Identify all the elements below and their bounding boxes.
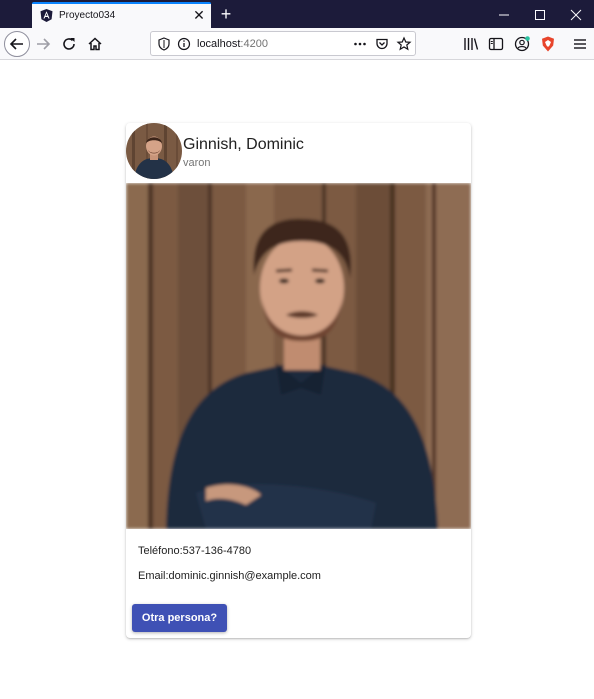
- brave-icon[interactable]: [539, 35, 557, 53]
- info-icon[interactable]: [176, 36, 192, 52]
- more-icon[interactable]: [352, 36, 368, 52]
- star-icon[interactable]: [396, 36, 412, 52]
- reload-icon[interactable]: [57, 32, 81, 56]
- phone-text: Teléfono:537-136-4780: [138, 545, 252, 557]
- url-text[interactable]: localhost:4200: [197, 38, 268, 50]
- url-host: localhost: [197, 38, 241, 50]
- url-bar[interactable]: localhost:4200: [150, 31, 416, 56]
- library-icon[interactable]: [462, 35, 480, 53]
- maximize-icon[interactable]: [522, 0, 558, 28]
- back-arrow-icon[interactable]: [4, 31, 30, 57]
- shield-icon[interactable]: [156, 36, 172, 52]
- email-text: Email:dominic.ginnish@example.com: [138, 570, 321, 582]
- angular-icon: [40, 9, 53, 22]
- person-photo: [126, 183, 471, 529]
- home-icon[interactable]: [83, 32, 107, 56]
- person-gender: varon: [183, 157, 211, 169]
- next-person-button[interactable]: Otra persona?: [132, 604, 227, 632]
- close-window-icon[interactable]: [558, 0, 594, 28]
- menu-icon[interactable]: [571, 35, 589, 53]
- navigation-toolbar: localhost:4200: [0, 28, 594, 60]
- avatar: [126, 123, 182, 179]
- person-name: Ginnish, Dominic: [183, 136, 304, 153]
- minimize-icon[interactable]: [486, 0, 522, 28]
- url-port: :4200: [240, 38, 268, 50]
- sidebar-icon[interactable]: [487, 35, 505, 53]
- close-icon[interactable]: ✕: [192, 7, 206, 23]
- tab-strip: Proyecto034 ✕ +: [0, 0, 594, 28]
- pocket-icon[interactable]: [374, 36, 390, 52]
- tab-title: Proyecto034: [59, 10, 116, 21]
- person-card: Ginnish, Dominic varon Teléfono:537-136-…: [126, 123, 471, 638]
- plus-icon[interactable]: +: [216, 3, 236, 25]
- browser-tab[interactable]: Proyecto034 ✕: [32, 2, 211, 28]
- forward-arrow-icon[interactable]: [32, 32, 56, 56]
- account-icon[interactable]: [513, 35, 531, 53]
